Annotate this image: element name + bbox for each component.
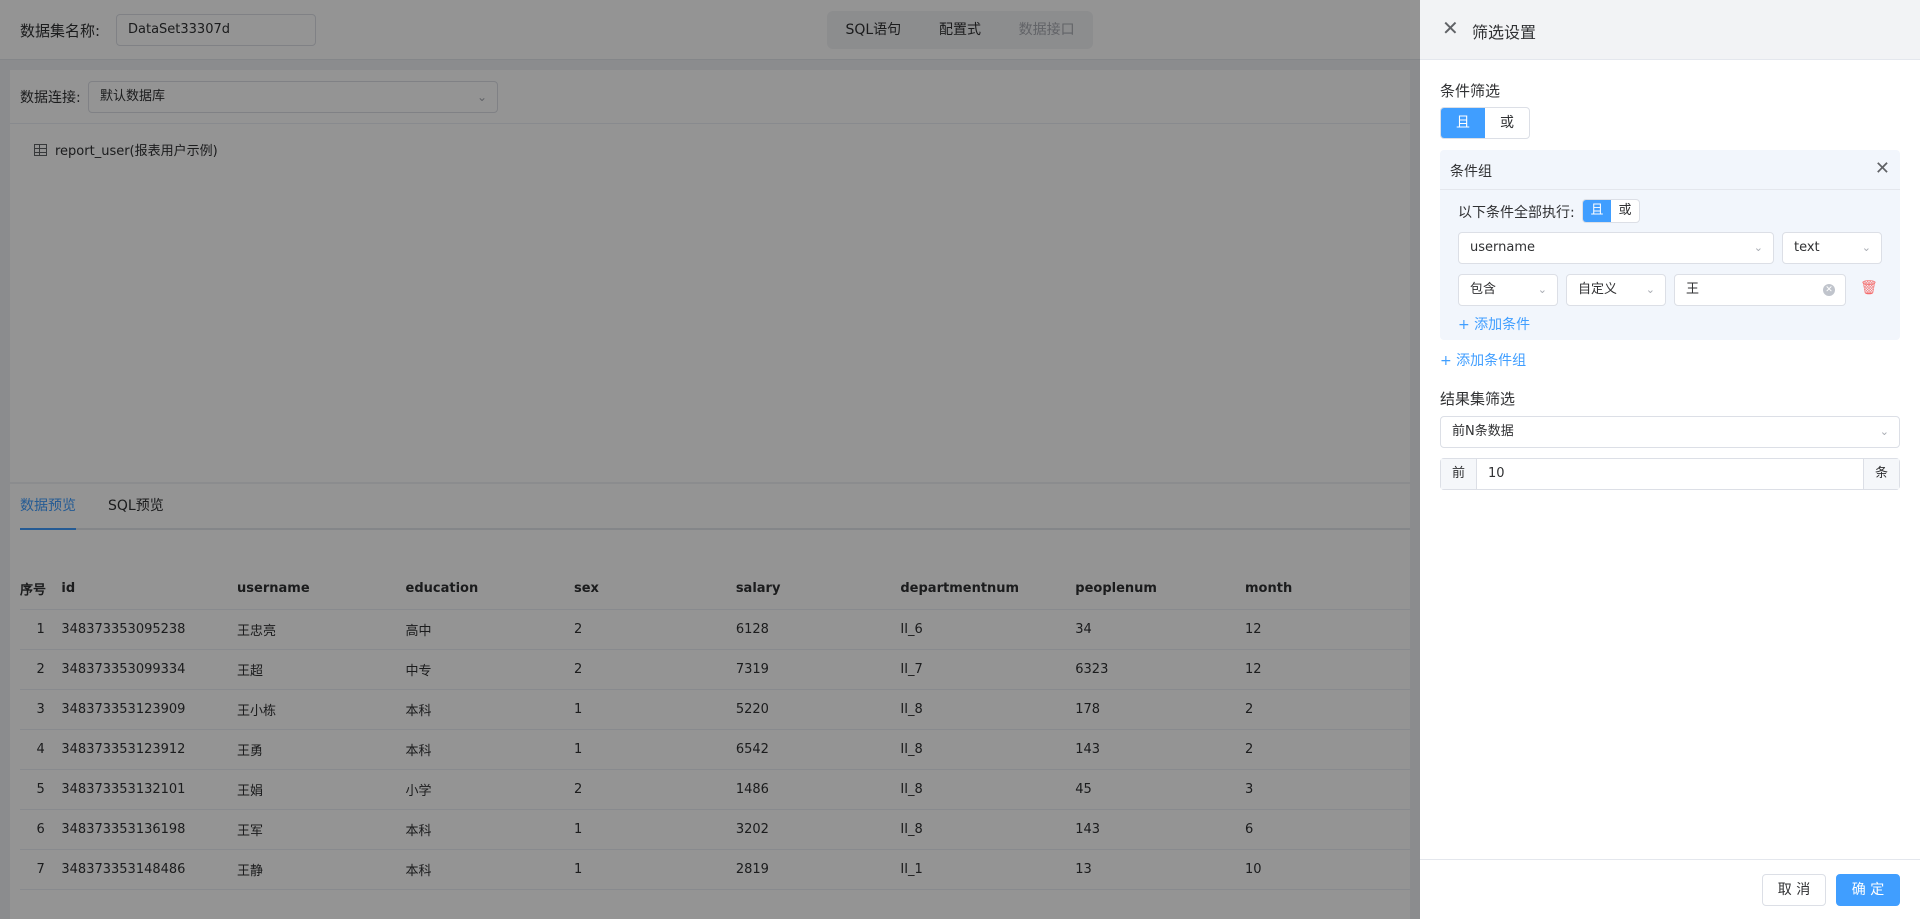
value-mode-value: 自定义	[1578, 282, 1618, 297]
top-n-prefix: 前	[1441, 459, 1477, 489]
drawer-footer: 取 消 确 定	[1420, 859, 1920, 919]
chevron-down-icon: ⌄	[1645, 283, 1655, 296]
logic-toggle: 且 或	[1440, 107, 1530, 139]
logic-or-button[interactable]: 或	[1485, 108, 1529, 138]
cancel-button[interactable]: 取 消	[1762, 874, 1826, 906]
condition-group-title: 条件组	[1450, 164, 1492, 180]
group-logic-and-button[interactable]: 且	[1583, 200, 1611, 222]
condition-group-header: 条件组 ✕	[1440, 150, 1900, 190]
drawer-title: 筛选设置	[1472, 23, 1537, 42]
drawer-header: ✕ 筛选设置	[1420, 0, 1920, 60]
add-condition-group-link[interactable]: + 添加条件组	[1440, 350, 1526, 370]
clear-icon[interactable]: ✕	[1823, 284, 1835, 296]
filter-drawer: ✕ 筛选设置 条件筛选 且 或 条件组 ✕ 以下条件全部执行: 且 或 user…	[1420, 0, 1920, 919]
result-mode-value: 前N条数据	[1452, 424, 1514, 439]
top-n-input[interactable]: 前 10 条	[1440, 458, 1900, 490]
field-value: username	[1470, 240, 1535, 255]
chevron-down-icon: ⌄	[1537, 283, 1547, 296]
condition-group: 条件组 ✕ 以下条件全部执行: 且 或 username ⌄ text ⌄ 包含…	[1440, 150, 1900, 340]
operator-select[interactable]: 包含 ⌄	[1458, 274, 1558, 306]
operator-value: 包含	[1470, 282, 1497, 297]
group-logic-or-button[interactable]: 或	[1611, 200, 1639, 222]
field-type-value: text	[1794, 240, 1820, 255]
group-logic-toggle: 且 或	[1582, 199, 1640, 223]
close-icon[interactable]: ✕	[1875, 158, 1890, 179]
field-select[interactable]: username ⌄	[1458, 232, 1774, 264]
exec-label: 以下条件全部执行:	[1458, 205, 1575, 221]
close-icon[interactable]: ✕	[1442, 17, 1460, 39]
chevron-down-icon: ⌄	[1753, 241, 1763, 254]
confirm-button[interactable]: 确 定	[1836, 874, 1900, 906]
condition-value: 王	[1686, 282, 1700, 297]
delete-icon[interactable]: 🗑	[1860, 280, 1878, 296]
condition-section-title: 条件筛选	[1440, 82, 1501, 100]
top-n-value[interactable]: 10	[1477, 459, 1863, 489]
chevron-down-icon: ⌄	[1879, 425, 1889, 438]
result-section-title: 结果集筛选	[1440, 390, 1516, 408]
logic-and-button[interactable]: 且	[1441, 108, 1485, 138]
value-mode-select[interactable]: 自定义 ⌄	[1566, 274, 1666, 306]
condition-value-input[interactable]: 王 ✕	[1674, 274, 1846, 306]
add-condition-link[interactable]: + 添加条件	[1458, 314, 1530, 334]
chevron-down-icon: ⌄	[1861, 241, 1871, 254]
top-n-suffix: 条	[1863, 459, 1899, 489]
result-mode-select[interactable]: 前N条数据 ⌄	[1440, 416, 1900, 448]
field-type-select[interactable]: text ⌄	[1782, 232, 1882, 264]
